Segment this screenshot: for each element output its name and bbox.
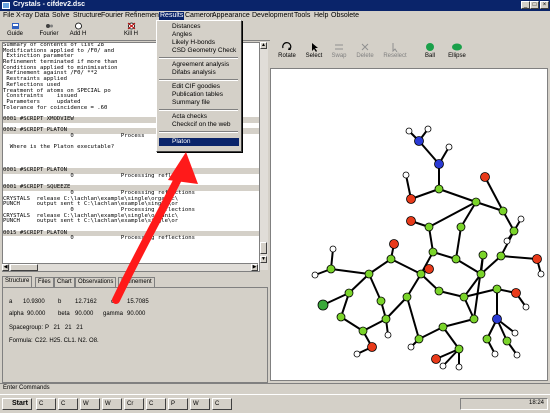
taskbar-item[interactable]: W [80, 398, 100, 410]
command-label: Enter Commands [3, 385, 50, 391]
taskbar-item[interactable]: W [190, 398, 210, 410]
arrow-shaft [112, 171, 184, 304]
start-button[interactable]: Start [2, 398, 32, 410]
taskbar-item[interactable]: C [146, 398, 166, 410]
clock: 18:24 [528, 400, 544, 406]
taskbar-item[interactable]: C [212, 398, 232, 410]
arrow-head [168, 152, 198, 184]
annotation-arrow [112, 152, 198, 304]
taskbar-item[interactable]: C [58, 398, 78, 410]
taskbar-item[interactable]: W [102, 398, 122, 410]
taskbar-item[interactable]: P [168, 398, 188, 410]
command-bar[interactable]: Enter Commands [0, 383, 550, 393]
taskbar: Start C C W W Cr C P W C 18:24 [0, 394, 550, 413]
system-tray: 18:24 [460, 398, 548, 410]
taskbar-item[interactable]: C [36, 398, 56, 410]
taskbar-item[interactable]: Cr [124, 398, 144, 410]
